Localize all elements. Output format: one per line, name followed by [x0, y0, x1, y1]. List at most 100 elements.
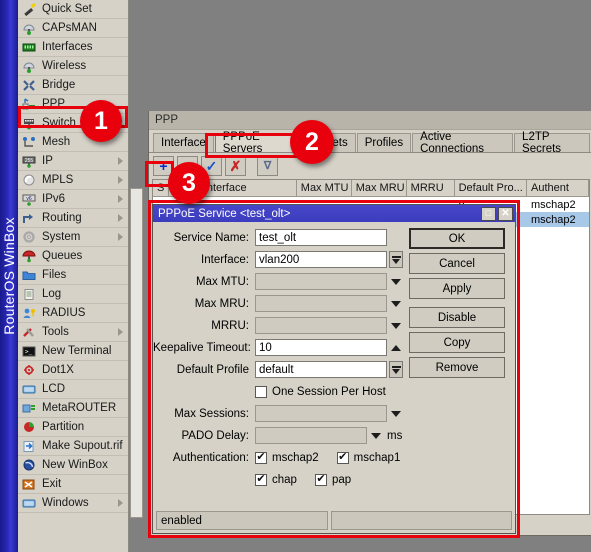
field-input[interactable]: vlan200: [255, 251, 387, 268]
auth-chap-checkbox[interactable]: ✔: [255, 473, 267, 486]
sidebar-item-bridge[interactable]: Bridge: [18, 76, 128, 95]
svg-text:v6: v6: [26, 196, 32, 202]
tab-active-connections[interactable]: Active Connections: [412, 131, 514, 155]
ppp-toolbar[interactable]: +−✓✗∇: [149, 153, 591, 179]
pado-delay-row: PADO Delay: ms: [153, 426, 411, 445]
sidebar-item-system[interactable]: System: [18, 228, 128, 247]
sidebar-item-windows[interactable]: Windows: [18, 494, 128, 513]
column-header[interactable]: Default Pro...: [455, 180, 528, 196]
chevron-down-icon[interactable]: [391, 278, 401, 285]
sidebar-item-wireless[interactable]: Wireless: [18, 57, 128, 76]
chevron-down-icon[interactable]: [391, 410, 401, 417]
sidebar-item-label: LCD: [42, 382, 66, 395]
sidebar-item-ip[interactable]: 255 IP: [18, 152, 128, 171]
tab-label: L2TP Secrets: [522, 131, 562, 155]
sidebar-item-quick-set[interactable]: Quick Set: [18, 0, 128, 19]
sidebar-item-new-winbox[interactable]: New WinBox: [18, 456, 128, 475]
auth-pap-checkbox[interactable]: ✔: [314, 473, 327, 486]
tab-interface[interactable]: Interface: [153, 133, 214, 152]
dialog-form-fields[interactable]: Service Name: test_olt Interface: vlan200 Ma…: [153, 228, 411, 492]
field-input[interactable]: [255, 273, 387, 290]
tab-l2tp-secrets[interactable]: L2TP Secrets: [514, 131, 590, 155]
chevron-down-icon[interactable]: [391, 300, 401, 307]
tab-pppoe-servers[interactable]: PPPoE Servers: [214, 131, 300, 155]
sidebar-item-new-terminal[interactable]: >_ New Terminal: [18, 342, 128, 361]
column-header[interactable]: MRRU: [407, 180, 455, 196]
main-menu-sidebar[interactable]: Quick Set CAPsMAN Interfaces Wireless Bridge…: [18, 0, 129, 552]
sidebar-item-radius[interactable]: RADIUS: [18, 304, 128, 323]
sidebar-item-label: Tools: [42, 325, 69, 338]
ppp-tabstrip[interactable]: InterfacePPPoE ServersSecretsProfilesAct…: [149, 130, 591, 155]
sidebar-item-exit[interactable]: Exit: [18, 475, 128, 494]
auth-mschap1-checkbox[interactable]: ✔: [336, 451, 349, 464]
apply-button[interactable]: Apply: [409, 278, 505, 299]
sidebar-item-label: Wireless: [42, 59, 87, 72]
tab-profiles[interactable]: Profiles: [356, 133, 412, 152]
auth-mschap2-checkbox[interactable]: ✔: [255, 451, 267, 464]
sidebar-item-dot1x[interactable]: Dot1X: [18, 361, 128, 380]
form-row: Max MRU:: [153, 294, 411, 313]
vertical-scrollbar[interactable]: [130, 188, 143, 518]
ip-icon: 255: [21, 154, 37, 168]
sidebar-item-label: IPv6: [42, 192, 66, 205]
copy-button[interactable]: Copy: [409, 332, 505, 353]
field-label: Default Profile: [176, 363, 249, 376]
sidebar-item-label: Windows: [42, 496, 89, 509]
sidebar-item-make-supout-rif[interactable]: Make Supout.rif: [18, 437, 128, 456]
chevron-down-icon[interactable]: [391, 322, 401, 329]
sidebar-item-files[interactable]: Files: [18, 266, 128, 285]
tab-label: Profiles: [364, 137, 404, 149]
field-input[interactable]: [255, 295, 387, 312]
close-icon[interactable]: ✕: [498, 206, 513, 221]
sidebar-item-tools[interactable]: Tools: [18, 323, 128, 342]
chevron-right-icon: [118, 157, 123, 165]
sidebar-item-lcd[interactable]: LCD: [18, 380, 128, 399]
column-header[interactable]: Interface: [200, 180, 297, 196]
remove-button[interactable]: Remove: [409, 357, 505, 378]
sidebar-item-metarouter[interactable]: MetaROUTER: [18, 399, 128, 418]
field-input[interactable]: test_olt: [255, 229, 387, 246]
dropdown-button[interactable]: [389, 251, 403, 268]
chevron-down-icon[interactable]: [371, 432, 381, 439]
chevron-up-icon[interactable]: [391, 344, 401, 351]
switch-icon: [21, 116, 37, 130]
column-header-label: S: [157, 182, 165, 194]
max-sessions-input[interactable]: [255, 405, 387, 422]
sidebar-item-mpls[interactable]: MPLS: [18, 171, 128, 190]
filter-icon[interactable]: ∇: [257, 156, 278, 176]
sidebar-item-log[interactable]: Log: [18, 285, 128, 304]
sidebar-item-label: RADIUS: [42, 306, 86, 319]
sidebar-item-label: CAPsMAN: [42, 21, 97, 34]
dropdown-button[interactable]: [389, 361, 403, 378]
column-header[interactable]: Max MTU: [297, 180, 352, 196]
column-header[interactable]: Max MRU: [352, 180, 407, 196]
maximize-icon[interactable]: □: [481, 206, 496, 221]
mpls-icon: [21, 173, 37, 187]
sidebar-item-interfaces[interactable]: Interfaces: [18, 38, 128, 57]
disable-icon[interactable]: ✗: [225, 156, 246, 176]
sidebar-item-queues[interactable]: Queues: [18, 247, 128, 266]
cancel-button[interactable]: Cancel: [409, 253, 505, 274]
field-input[interactable]: [255, 317, 387, 334]
max-sessions-label: Max Sessions:: [174, 407, 249, 420]
sidebar-item-label: Exit: [42, 477, 62, 490]
dialog-titlebar[interactable]: PPPoE Service <test_olt> □ ✕: [153, 205, 515, 222]
badge-1-label: 1: [94, 106, 108, 135]
dialog-button-column[interactable]: OK Cancel Apply Disable Copy Remove: [409, 228, 505, 382]
column-header[interactable]: Authent: [527, 180, 589, 196]
column-header[interactable]: S: [153, 180, 170, 196]
pado-delay-input[interactable]: [255, 427, 367, 444]
sidebar-item-label: Log: [42, 287, 62, 300]
sidebar-item-capsman[interactable]: CAPsMAN: [18, 19, 128, 38]
pado-delay-label: PADO Delay:: [181, 429, 249, 442]
field-input[interactable]: 10: [255, 339, 387, 356]
disable-button[interactable]: Disable: [409, 307, 505, 328]
field-input[interactable]: default: [255, 361, 387, 378]
ok-button[interactable]: OK: [409, 228, 505, 249]
antenna-icon: [21, 59, 37, 73]
one-session-per-host-checkbox[interactable]: [255, 385, 267, 398]
sidebar-item-partition[interactable]: Partition: [18, 418, 128, 437]
field-label: Max MTU:: [195, 275, 249, 288]
sidebar-item-ipv6[interactable]: v6 IPv6: [18, 190, 128, 209]
sidebar-item-routing[interactable]: Routing: [18, 209, 128, 228]
